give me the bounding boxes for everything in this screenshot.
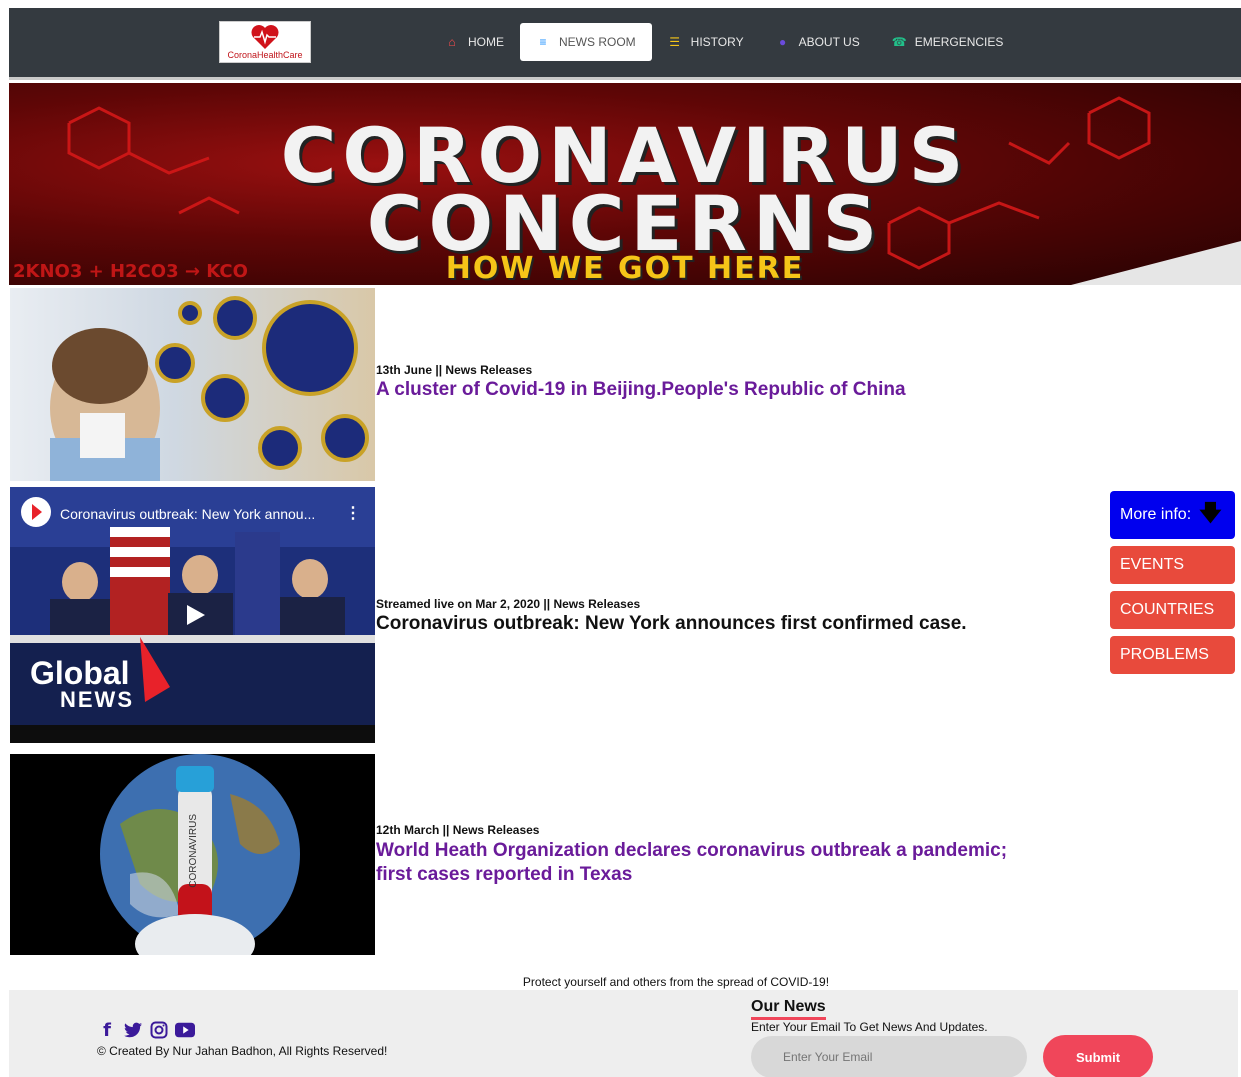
nav-item-label: NEWS ROOM xyxy=(559,35,636,49)
subscribe-text: Enter Your Email To Get News And Updates… xyxy=(751,1020,988,1034)
nav-item-history[interactable]: ☰ HISTORY xyxy=(652,23,760,61)
events-button[interactable]: EVENTS xyxy=(1110,546,1235,584)
social-links: f xyxy=(97,1020,195,1041)
news-image-sneezing-man[interactable] xyxy=(10,288,375,481)
logo-text: CoronaHealthCare xyxy=(227,50,303,60)
arrow-down-icon: 🡇 xyxy=(1199,500,1222,525)
home-icon: ⌂ xyxy=(448,35,456,49)
banner-subtitle: HOW WE GOT HERE xyxy=(445,251,805,285)
nav-item-label: HISTORY xyxy=(690,35,744,49)
page: CoronaHealthCare ⌂ HOME ≡ NEWS ROOM ☰ HI… xyxy=(0,0,1241,1077)
news-headline-link[interactable]: World Heath Organization declares corona… xyxy=(376,839,1007,887)
hero-banner: 2KNO3 + H2CO3 → KCO CORONAVIRUS CONCERNS… xyxy=(9,83,1241,285)
footer: f © Created By Nur Jahan Badhon, All Rig… xyxy=(9,990,1238,1077)
nav-item-label: EMERGENCIES xyxy=(914,35,1004,49)
news-video-embed[interactable]: Coronavirus outbreak: New York annou... … xyxy=(10,487,375,743)
youtube-icon[interactable] xyxy=(175,1020,195,1040)
news-meta: 13th June || News Releases xyxy=(376,363,533,377)
news-meta: 12th March || News Releases xyxy=(376,823,540,837)
users-icon: ● xyxy=(778,35,787,49)
virus-illustration xyxy=(50,296,369,481)
instagram-icon[interactable] xyxy=(149,1020,169,1040)
news-headline-link[interactable]: Coronavirus outbreak: New York announces… xyxy=(376,612,967,636)
banner-corner xyxy=(1071,241,1241,285)
countries-button[interactable]: COUNTRIES xyxy=(1110,591,1235,629)
more-info-label: More info: xyxy=(1120,506,1192,523)
nav-item-label: HOME xyxy=(468,35,504,49)
news-icon: ≡ xyxy=(539,35,547,49)
nav-menu: ⌂ HOME ≡ NEWS ROOM ☰ HISTORY ● ABOUT US … xyxy=(429,23,1019,61)
video-title: Coronavirus outbreak: New York annou... xyxy=(60,506,316,522)
top-navbar: CoronaHealthCare ⌂ HOME ≡ NEWS ROOM ☰ HI… xyxy=(9,8,1241,80)
facebook-icon[interactable]: f xyxy=(97,1020,117,1041)
layers-icon: ☰ xyxy=(669,35,681,49)
heart-logo-icon xyxy=(251,25,279,49)
more-info-button[interactable]: More info: 🡇 xyxy=(1110,491,1235,539)
nav-item-emergencies[interactable]: ☎ EMERGENCIES xyxy=(876,23,1020,61)
tube-label: CORONAVIRUS xyxy=(188,814,199,888)
video-menu-icon[interactable]: ⋮ xyxy=(345,503,361,523)
nav-item-news-room[interactable]: ≡ NEWS ROOM xyxy=(520,23,652,61)
nav-item-label: ABOUT US xyxy=(798,35,860,49)
news-headline-link[interactable]: A cluster of Covid-19 in Beijing.People'… xyxy=(376,378,906,402)
copyright-text: © Created By Nur Jahan Badhon, All Right… xyxy=(97,1044,388,1058)
site-logo[interactable]: CoronaHealthCare xyxy=(219,21,311,63)
headline-line2: first cases reported in Texas xyxy=(376,864,633,885)
protect-message: Protect yourself and others from the spr… xyxy=(522,975,830,989)
news-meta: Streamed live on Mar 2, 2020 || News Rel… xyxy=(376,597,641,611)
headset-icon: ☎ xyxy=(891,35,907,49)
email-input[interactable] xyxy=(751,1036,1027,1077)
brand-text-news: NEWS xyxy=(60,687,134,712)
headline-line1: World Heath Organization declares corona… xyxy=(376,840,1008,861)
nav-item-about-us[interactable]: ● ABOUT US xyxy=(760,23,876,61)
nav-item-home[interactable]: ⌂ HOME xyxy=(429,23,520,61)
twitter-icon[interactable] xyxy=(123,1020,143,1040)
our-news-heading: Our News xyxy=(751,998,826,1020)
submit-button[interactable]: Submit xyxy=(1043,1035,1153,1077)
problems-button[interactable]: PROBLEMS xyxy=(1110,636,1235,674)
news-image-globe-vial[interactable]: CORONAVIRUS xyxy=(10,754,375,955)
